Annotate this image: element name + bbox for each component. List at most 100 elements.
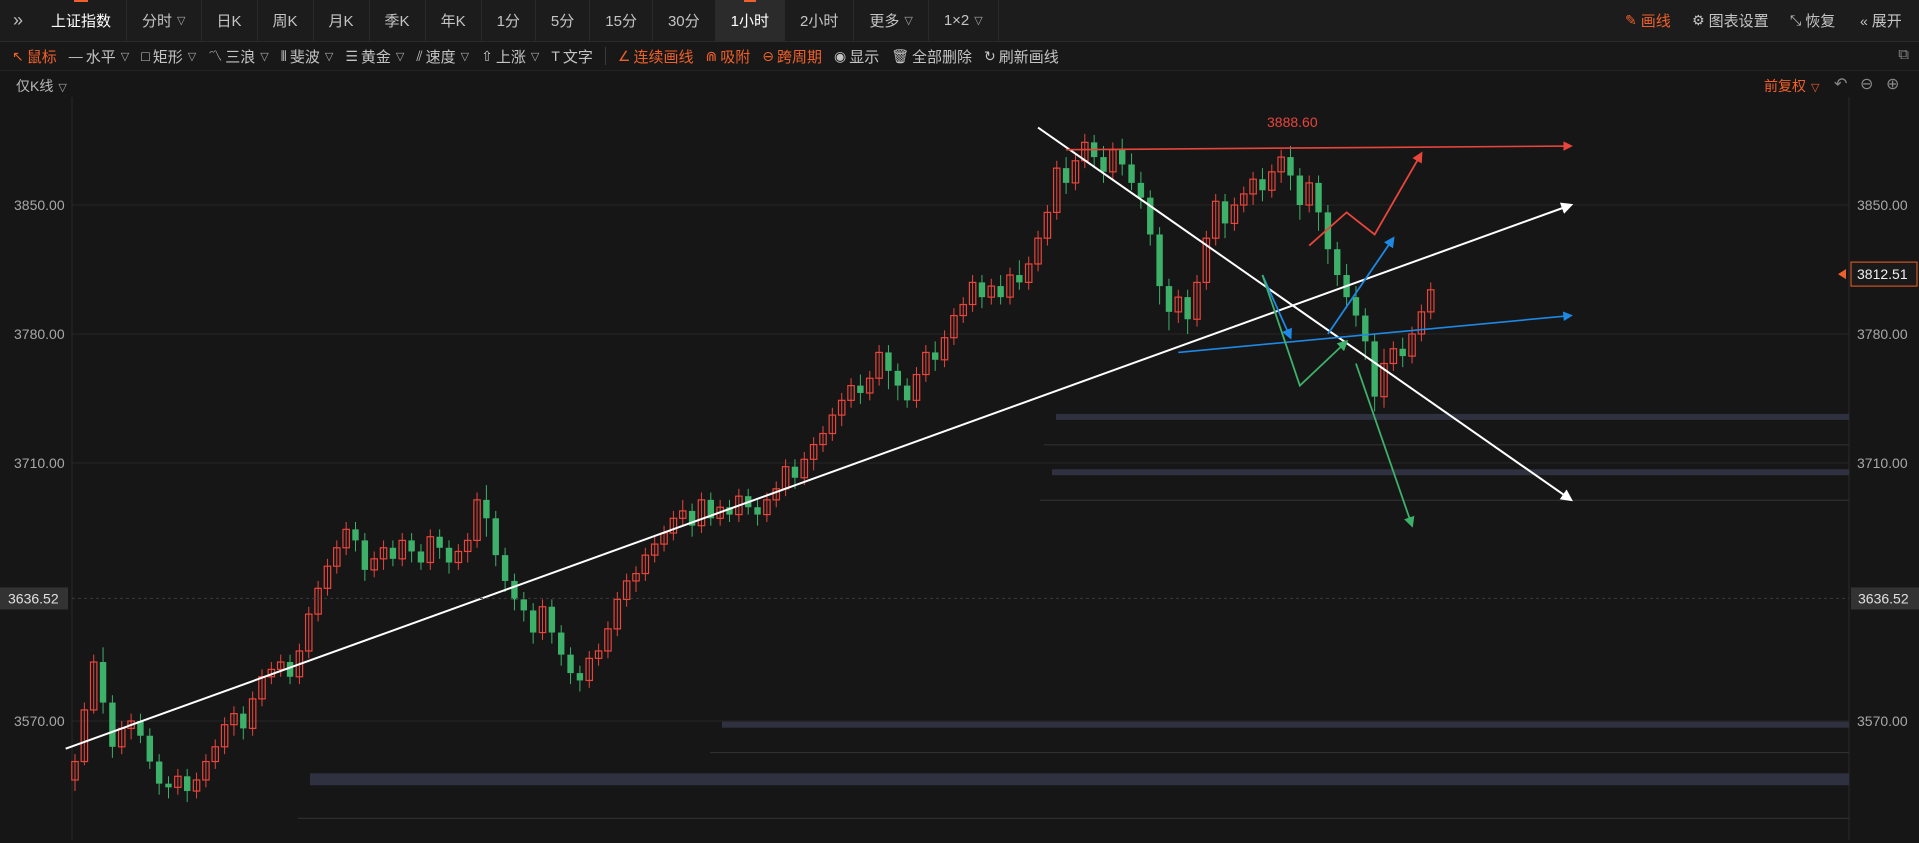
candle-body-down (894, 370, 901, 386)
high-price-label: 3888.60 (1267, 114, 1318, 130)
price-tick-right: 3780.00 (1857, 326, 1908, 342)
period-tabs: 上证指数 分时 ▽ 日K 周K 月K 季K 年K 1分 5分 15分 30分 1小时 2小时 更多 ▽ 1×2 ▽ (36, 0, 999, 41)
candle-body-down (1137, 182, 1145, 198)
chevron-down-icon: ▽ (1811, 82, 1820, 94)
candle-body-down (1296, 175, 1304, 205)
tab-m5[interactable]: 5分 (536, 0, 591, 41)
candle-body-down (417, 551, 425, 563)
zoom-out-icon[interactable]: ⊖ (1860, 74, 1873, 94)
restore-icon: ⤡ (1790, 12, 1802, 28)
tab-fenshi[interactable]: 分时 ▽ (127, 0, 202, 41)
chart-background (0, 97, 1919, 840)
refresh-drawings-button[interactable]: ↻ 刷新画线 (984, 46, 1059, 67)
candle-body-down (576, 673, 584, 681)
tab-month[interactable]: 月K (314, 0, 370, 41)
candle-body-down (1165, 286, 1173, 312)
draw-line-button[interactable]: ✎ 画线 (1625, 0, 1671, 41)
chart-header: 仅K线 ▽ 前复权 ▽ ↶ ⊖ ⊕ (0, 71, 1919, 97)
candle-body-down (1334, 249, 1341, 276)
tab-m15[interactable]: 15分 (590, 0, 653, 41)
chevron-down-icon: ▽ (58, 82, 67, 94)
support-band (722, 721, 1849, 728)
pencil-icon: ✎ (1625, 12, 1637, 28)
text-icon: T (551, 48, 560, 64)
gold-tool[interactable]: ☰ 黄金 ▽ (345, 46, 404, 67)
tab-season[interactable]: 季K (370, 0, 426, 41)
fib-tool[interactable]: ⦀ 斐波 ▽ (281, 46, 334, 67)
candle-body-down (1184, 297, 1191, 320)
kline-chart[interactable]: 3850.00 3850.00 3780.00 3780.00 3710.00 3710.… (0, 97, 1919, 840)
tab-m30[interactable]: 30分 (653, 0, 716, 41)
candle-body-down (1128, 164, 1135, 183)
candle-body-down (791, 466, 799, 478)
speed-icon: ⫽ (416, 47, 423, 64)
price-tick-left: 3570.00 (14, 713, 65, 729)
candle-body-down (1352, 297, 1360, 316)
delete-all-button[interactable]: 🗑 全部删除 (891, 46, 972, 67)
collapse-sidebar-icon[interactable]: » (0, 0, 36, 41)
tab-year[interactable]: 年K (426, 0, 482, 41)
tab-h1[interactable]: 1小时 (715, 0, 785, 41)
chevron-down-icon: ▽ (324, 50, 334, 63)
candle-body-down (1315, 182, 1322, 213)
undo-icon[interactable]: ↶ (1834, 74, 1847, 94)
expand-button[interactable]: « 展开 (1860, 0, 1902, 41)
gold-icon: ☰ (345, 47, 358, 64)
fib-icon: ⦀ (280, 47, 287, 64)
gear-icon: ⚙ (1692, 12, 1705, 28)
candle-body-down (1156, 234, 1163, 287)
continuous-draw-toggle[interactable]: ∠ 连续画线 (618, 46, 694, 67)
support-band (1052, 469, 1849, 476)
candle-body-down (558, 632, 565, 655)
candle-body-down (1147, 197, 1154, 235)
show-toggle[interactable]: ◉ 显示 (834, 46, 879, 67)
snap-toggle[interactable]: ⋒ 吸附 (705, 46, 750, 67)
zoom-in-icon[interactable]: ⊕ (1886, 74, 1899, 94)
cursor-icon: ↖ (12, 47, 24, 64)
candle-body-down (1062, 168, 1070, 183)
kline-chart-svg[interactable]: 3850.00 3850.00 3780.00 3780.00 3710.00 3710.… (0, 97, 1919, 840)
candle-body-down (1100, 157, 1107, 172)
draw-line-label: 画线 (1640, 13, 1671, 30)
fuquan-dropdown[interactable]: 前复权 ▽ (1764, 76, 1819, 96)
hline-tool[interactable]: — 水平 ▽ (69, 46, 129, 67)
tab-day[interactable]: 日K (202, 0, 258, 41)
wave3-tool[interactable]: 〽三浪 ▽ (208, 46, 268, 67)
chevron-left-double-icon: « (1860, 12, 1868, 29)
candle-body-down (109, 702, 116, 747)
up-tool[interactable]: ⇧ 上涨 ▽ (481, 46, 539, 67)
chart-settings-button[interactable]: ⚙ 图表设置 (1692, 0, 1769, 41)
mouse-tool[interactable]: ↖ 鼠标 (12, 46, 57, 67)
candle-body-down (511, 580, 518, 600)
candle-body-down (1287, 157, 1294, 176)
candle-body-down (997, 286, 1004, 298)
refresh-icon: ↻ (984, 47, 996, 64)
candle-body-down (389, 547, 397, 559)
wave-icon: 〽 (208, 48, 223, 64)
candle-body-down (1119, 149, 1126, 165)
tab-week[interactable]: 周K (258, 0, 314, 41)
tab-h2[interactable]: 2小时 (785, 0, 855, 41)
candle-body-down (1016, 275, 1023, 283)
tab-more[interactable]: 更多 ▽ (854, 0, 929, 41)
candle-body-down (352, 529, 359, 541)
line-icon: ∠ (617, 47, 631, 64)
cross-period-toggle[interactable]: ⊖ 跨周期 (762, 46, 822, 67)
candle-body-down (885, 352, 892, 371)
chevron-down-icon: ▽ (904, 15, 913, 27)
hline-icon: — (68, 48, 83, 64)
chevron-down-icon: ▽ (395, 50, 405, 63)
tab-layout[interactable]: 1×2 ▽ (929, 0, 999, 41)
popout-icon[interactable]: ⧉ (1898, 46, 1909, 63)
restore-button[interactable]: ⤡ 恢复 (1790, 0, 1835, 41)
drawing-toolbar: ↖ 鼠标 — 水平 ▽ □ 矩形 ▽ 〽三浪 ▽ ⦀ 斐波 ▽ ☰ 黄金 ▽ ⫽ 速度 ▽ ⇧ 上涨 ▽ T… (0, 42, 1919, 71)
magnet-icon: ⋒ (705, 47, 718, 64)
tab-index[interactable]: 上证指数 (36, 0, 128, 41)
text-tool[interactable]: T 文字 (551, 46, 593, 67)
speed-tool[interactable]: ⫽ 速度 ▽ (416, 46, 469, 67)
tab-m1[interactable]: 1分 (482, 0, 536, 41)
rect-tool[interactable]: □ 矩形 ▽ (141, 46, 196, 67)
price-tick-right: 3570.00 (1857, 713, 1908, 729)
candle-body-down (548, 606, 556, 633)
kline-only-dropdown[interactable]: 仅K线 ▽ (16, 76, 67, 96)
